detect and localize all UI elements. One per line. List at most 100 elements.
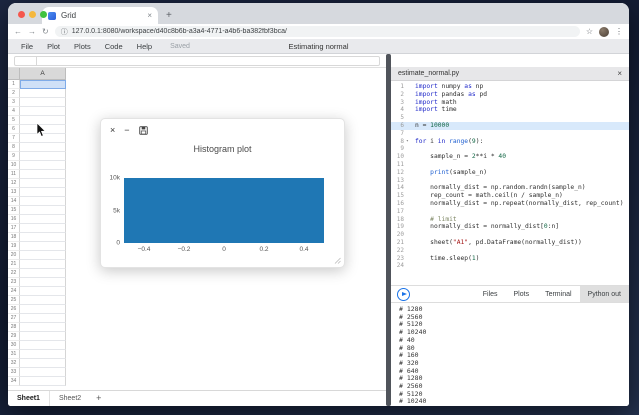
row-header-11[interactable]: 11 <box>8 170 20 179</box>
editor-file-tab[interactable]: estimate_normal.py <box>398 70 459 77</box>
row-header-5[interactable]: 5 <box>8 116 20 125</box>
cell-a21[interactable] <box>20 260 66 269</box>
row-header-8[interactable]: 8 <box>8 143 20 152</box>
row-header-24[interactable]: 24 <box>8 287 20 296</box>
code-line-1[interactable]: 1import numpy as np <box>391 83 629 91</box>
cell-a22[interactable] <box>20 269 66 278</box>
row-header-19[interactable]: 19 <box>8 242 20 251</box>
sheet-tab-sheet1[interactable]: Sheet1 <box>8 391 50 406</box>
code-line-20[interactable]: 20 <box>391 231 629 239</box>
formula-bar[interactable] <box>8 54 386 68</box>
code-line-6[interactable]: 6n = 10000 <box>391 122 629 130</box>
profile-avatar[interactable] <box>599 27 609 37</box>
row-header-30[interactable]: 30 <box>8 341 20 350</box>
cell-a18[interactable] <box>20 233 66 242</box>
code-line-10[interactable]: 10 sample_n = 2**i * 40 <box>391 153 629 161</box>
cell-a19[interactable] <box>20 242 66 251</box>
plot-close-icon[interactable]: × <box>110 125 115 135</box>
run-code-button[interactable] <box>397 288 410 301</box>
row-header-18[interactable]: 18 <box>8 233 20 242</box>
code-line-13[interactable]: 13 <box>391 177 629 185</box>
cell-a14[interactable] <box>20 197 66 206</box>
column-header-a[interactable]: A <box>20 68 66 80</box>
row-header-14[interactable]: 14 <box>8 197 20 206</box>
editor-close-icon[interactable]: × <box>617 69 622 78</box>
row-header-1[interactable]: 1 <box>8 80 20 89</box>
cell-a17[interactable] <box>20 224 66 233</box>
cell-a15[interactable] <box>20 206 66 215</box>
row-header-12[interactable]: 12 <box>8 179 20 188</box>
cell-a13[interactable] <box>20 188 66 197</box>
row-header-25[interactable]: 25 <box>8 296 20 305</box>
back-icon[interactable]: ← <box>14 28 22 36</box>
row-header-32[interactable]: 32 <box>8 359 20 368</box>
plot-resize-handle[interactable] <box>334 257 341 264</box>
menu-item-plot[interactable]: Plot <box>47 42 60 51</box>
code-line-19[interactable]: 19 normally_dist = normally_dist[0:n] <box>391 223 629 231</box>
row-header-20[interactable]: 20 <box>8 251 20 260</box>
mac-zoom-button[interactable] <box>40 11 47 18</box>
cell-a30[interactable] <box>20 341 66 350</box>
code-line-17[interactable]: 17 <box>391 208 629 216</box>
row-header-29[interactable]: 29 <box>8 332 20 341</box>
code-line-12[interactable]: 12 print(sample_n) <box>391 169 629 177</box>
console-tab-plots[interactable]: Plots <box>506 286 538 302</box>
cell-a31[interactable] <box>20 350 66 359</box>
cell-a28[interactable] <box>20 323 66 332</box>
cell-a25[interactable] <box>20 296 66 305</box>
code-line-7[interactable]: 7 <box>391 130 629 138</box>
cell-a12[interactable] <box>20 179 66 188</box>
row-header-26[interactable]: 26 <box>8 305 20 314</box>
mac-close-button[interactable] <box>18 11 25 18</box>
code-line-14[interactable]: 14 normally_dist = np.random.randn(sampl… <box>391 184 629 192</box>
cell-a24[interactable] <box>20 287 66 296</box>
cell-a20[interactable] <box>20 251 66 260</box>
cell-a9[interactable] <box>20 152 66 161</box>
row-header-13[interactable]: 13 <box>8 188 20 197</box>
cell-a33[interactable] <box>20 368 66 377</box>
cell-a34[interactable] <box>20 377 66 386</box>
url-field[interactable]: ⓘ 127.0.0.1:8080/workspace/d40c8b6b-a3a4… <box>55 26 580 37</box>
code-line-18[interactable]: 18 # limit <box>391 216 629 224</box>
row-header-21[interactable]: 21 <box>8 260 20 269</box>
code-line-15[interactable]: 15 rep_count = math.ceil(n / sample_n) <box>391 192 629 200</box>
cell-a16[interactable] <box>20 215 66 224</box>
code-line-22[interactable]: 22 <box>391 247 629 255</box>
tab-close-icon[interactable]: × <box>147 11 152 20</box>
cell-a32[interactable] <box>20 359 66 368</box>
new-tab-button[interactable]: + <box>166 10 172 21</box>
refresh-icon[interactable]: ↻ <box>42 28 49 36</box>
row-header-10[interactable]: 10 <box>8 161 20 170</box>
select-all-corner[interactable] <box>8 68 20 80</box>
menu-item-plots[interactable]: Plots <box>74 42 91 51</box>
bookmark-star-icon[interactable]: ☆ <box>586 27 593 36</box>
row-header-2[interactable]: 2 <box>8 89 20 98</box>
cell-a27[interactable] <box>20 314 66 323</box>
row-header-9[interactable]: 9 <box>8 152 20 161</box>
row-header-6[interactable]: 6 <box>8 125 20 134</box>
cell-a3[interactable] <box>20 98 66 107</box>
code-line-2[interactable]: 2import pandas as pd <box>391 91 629 99</box>
row-header-4[interactable]: 4 <box>8 107 20 116</box>
console-tab-python-out[interactable]: Python out <box>580 286 629 302</box>
code-line-11[interactable]: 11 <box>391 161 629 169</box>
code-line-16[interactable]: 16 normally_dist = np.repeat(normally_di… <box>391 200 629 208</box>
site-info-icon[interactable]: ⓘ <box>61 27 68 37</box>
cell-a10[interactable] <box>20 161 66 170</box>
menu-item-file[interactable]: File <box>21 42 33 51</box>
cell-a26[interactable] <box>20 305 66 314</box>
row-header-31[interactable]: 31 <box>8 350 20 359</box>
code-line-24[interactable]: 24 <box>391 262 629 270</box>
console-tab-terminal[interactable]: Terminal <box>537 286 579 302</box>
add-sheet-button[interactable]: + <box>90 391 107 406</box>
row-header-16[interactable]: 16 <box>8 215 20 224</box>
cell-a11[interactable] <box>20 170 66 179</box>
menu-item-code[interactable]: Code <box>105 42 123 51</box>
console-tab-files[interactable]: Files <box>475 286 506 302</box>
forward-icon[interactable]: → <box>28 28 36 36</box>
row-header-23[interactable]: 23 <box>8 278 20 287</box>
mac-minimize-button[interactable] <box>29 11 36 18</box>
code-line-23[interactable]: 23 time.sleep(1) <box>391 255 629 263</box>
browser-tab[interactable]: Grid × <box>42 7 158 24</box>
row-header-27[interactable]: 27 <box>8 314 20 323</box>
